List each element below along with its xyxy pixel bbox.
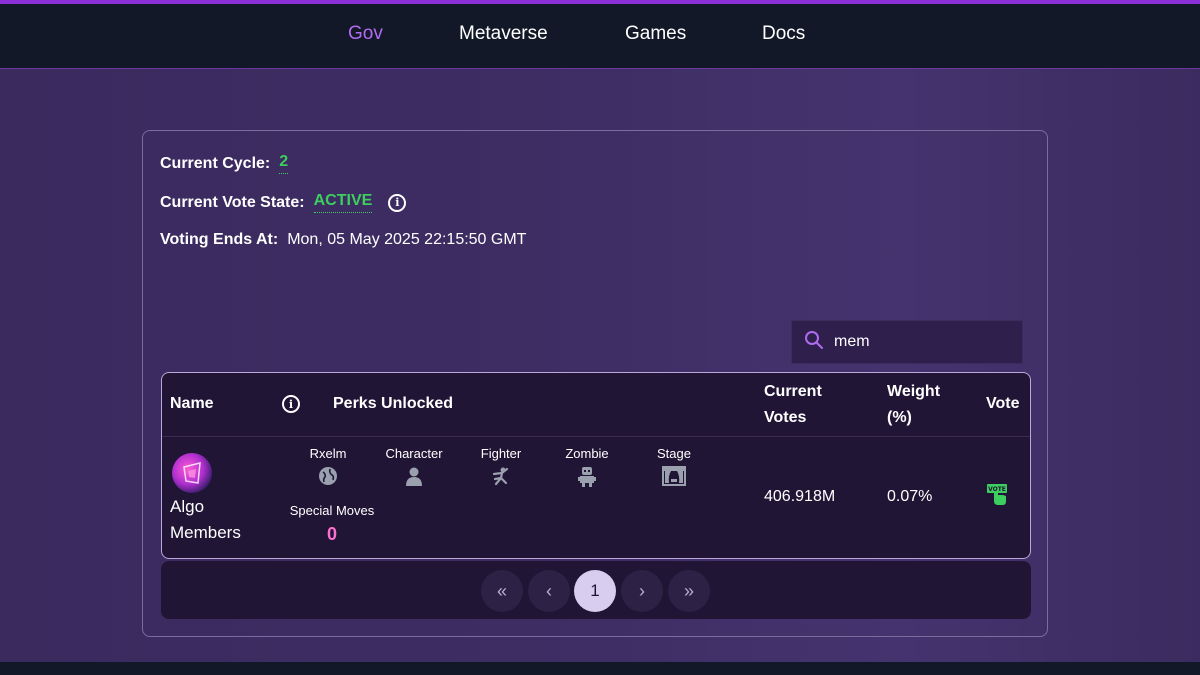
header-weight-line2: (%) (887, 409, 912, 426)
special-moves-value: 0 (326, 524, 337, 544)
search-box (791, 320, 1023, 364)
person-icon (406, 467, 422, 486)
row-name-line1: Algo (170, 497, 205, 516)
current-cycle-value[interactable]: 2 (279, 153, 289, 174)
header-vote: Vote (986, 395, 1020, 412)
top-navbar: Gov Metaverse Games Docs (0, 4, 1200, 69)
info-icon[interactable]: i (388, 193, 407, 212)
globe-icon (319, 467, 337, 485)
header-weight-line1: Weight (887, 383, 941, 400)
first-page-button[interactable]: « (481, 570, 523, 612)
pagination: « ‹ 1 › » (161, 561, 1031, 619)
search-icon (804, 330, 824, 355)
bottom-strip (0, 662, 1200, 675)
perk-stage: Stage (634, 446, 714, 486)
zombie-icon (578, 467, 596, 487)
search-input[interactable] (834, 333, 1014, 351)
row-name[interactable]: Algo Members (170, 494, 241, 546)
special-moves: Special Moves 0 (288, 503, 376, 545)
nav-item-games[interactable]: Games (625, 23, 686, 45)
perk-zombie: Zombie (547, 446, 627, 488)
header-current-votes-line1: Current (764, 383, 822, 400)
vote-state-label: Current Vote State: (160, 193, 305, 211)
vote-state-row: Current Vote State: ACTIVE i (160, 192, 407, 213)
header-current-votes-line2: Votes (764, 409, 807, 426)
perk-rxelm: Rxelm (288, 446, 368, 486)
vote-icon-text: VOTE (988, 486, 1006, 493)
row-name-line2: Members (170, 523, 241, 542)
perk-fighter-label: Fighter (480, 446, 522, 461)
next-page-button[interactable]: › (621, 570, 663, 612)
nav-item-gov[interactable]: Gov (348, 23, 383, 45)
page-1-button[interactable]: 1 (574, 570, 616, 612)
perk-character: Character (374, 446, 454, 486)
last-page-button[interactable]: » (668, 570, 710, 612)
perk-zombie-label: Zombie (565, 446, 609, 461)
special-moves-label: Special Moves (289, 503, 375, 518)
vote-hand-icon: VOTE (987, 484, 1007, 505)
row-weight: 0.07% (887, 488, 933, 505)
nav-item-docs[interactable]: Docs (762, 23, 805, 45)
vote-button[interactable]: VOTE (986, 483, 1008, 507)
voting-ends-value: Mon, 05 May 2025 22:15:50 GMT (287, 231, 527, 248)
stage-icon (662, 466, 686, 486)
header-divider (162, 436, 1030, 437)
fighter-icon (492, 467, 509, 486)
header-name: Name (170, 395, 214, 412)
perks-info-icon[interactable]: i (282, 395, 300, 413)
voting-ends-label: Voting Ends At: (160, 231, 279, 248)
delegates-table: Name i Perks Unlocked Current Votes Weig… (161, 372, 1031, 559)
perk-rxelm-label: Rxelm (309, 446, 347, 461)
perk-stage-label: Stage (657, 446, 691, 461)
perk-character-label: Character (385, 446, 443, 461)
perk-fighter: Fighter (461, 446, 541, 486)
current-cycle-row: Current Cycle: 2 (160, 153, 289, 174)
header-perks-unlocked: Perks Unlocked (333, 395, 454, 412)
vote-state-value[interactable]: ACTIVE (313, 192, 373, 213)
header-weight: Weight (%) (887, 379, 940, 431)
row-current-votes: 406.918M (764, 488, 836, 505)
current-cycle-label: Current Cycle: (160, 154, 271, 172)
voting-ends-row: Voting Ends At: Mon, 05 May 2025 22:15:5… (160, 231, 526, 249)
governance-panel: Current Cycle: 2 Current Vote State: ACT… (142, 130, 1048, 637)
prev-page-button[interactable]: ‹ (528, 570, 570, 612)
avatar (172, 453, 212, 493)
header-current-votes: Current Votes (764, 379, 822, 431)
nav-item-metaverse[interactable]: Metaverse (459, 23, 548, 45)
